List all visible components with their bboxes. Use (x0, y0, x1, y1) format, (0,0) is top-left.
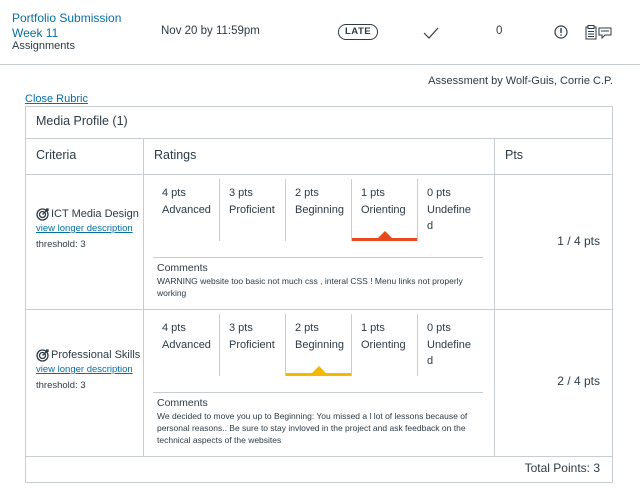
rating-label: Beginning (295, 204, 344, 216)
rating-label: Advanced (162, 339, 211, 351)
comment-text: We decided to move you up to Beginning: … (157, 411, 468, 445)
rating-option[interactable]: 2 pts Beginning (285, 314, 351, 376)
rating-options: 4 pts Advanced 3 pts Proficient 2 pts Be… (153, 314, 483, 376)
rating-points: 3 pts (229, 322, 253, 334)
selected-rating-indicator (311, 366, 326, 373)
rating-label: Undefined (427, 339, 472, 367)
criterion-ict-media-design: ICT Media Design view longer description… (36, 206, 141, 250)
rubric-table: Media Profile (1) Criteria Ratings Pts I… (25, 106, 613, 483)
rating-option[interactable]: 4 pts Advanced (153, 179, 219, 241)
score-value: 0 (496, 25, 503, 37)
rating-points: 0 pts (427, 187, 451, 199)
divider (26, 174, 612, 175)
ratings-header: Ratings (154, 148, 197, 162)
rating-option[interactable]: 1 pts Orienting (351, 314, 417, 376)
threshold-text: threshold: 3 (36, 380, 86, 391)
rating-label: Orienting (361, 204, 406, 216)
total-points: Total Points: 3 (524, 461, 600, 475)
comments-heading: Comments (157, 262, 208, 274)
assignment-group: Assignments (12, 40, 75, 52)
rating-points: 4 pts (162, 322, 186, 334)
threshold-text: threshold: 3 (36, 239, 86, 250)
rating-option[interactable]: 0 pts Undefined (417, 179, 483, 241)
due-date: Nov 20 by 11:59pm (161, 25, 260, 37)
comments-section: Comments We decided to move you up to Be… (153, 392, 483, 446)
close-rubric-link[interactable]: Close Rubric (25, 93, 88, 105)
comments-heading: Comments (157, 397, 208, 409)
rating-points: 1 pts (361, 187, 385, 199)
check-icon (423, 27, 439, 39)
assessment-by-text: Assessment by Wolf-Guis, Corrie C.P. (428, 75, 613, 87)
criteria-header: Criteria (36, 148, 77, 162)
rating-points: 1 pts (361, 322, 385, 334)
late-status-badge: LATE (338, 24, 379, 40)
rating-option[interactable]: 2 pts Beginning (285, 179, 351, 241)
rubric-icon[interactable] (585, 25, 613, 40)
rating-points: 0 pts (427, 322, 451, 334)
rating-option[interactable]: 0 pts Undefined (417, 314, 483, 376)
divider (26, 456, 612, 457)
alert-icon[interactable] (554, 25, 568, 39)
divider (26, 309, 612, 310)
divider (143, 138, 144, 456)
rating-options: 4 pts Advanced 3 pts Proficient 2 pts Be… (153, 179, 483, 241)
comments-section: Comments WARNING website too basic not m… (153, 257, 483, 299)
rubric-title: Media Profile (1) (36, 114, 128, 128)
divider (26, 138, 612, 139)
criterion-points: 1 / 4 pts (557, 234, 600, 248)
assignment-row: Portfolio Submission Week 11 Assignments… (0, 0, 640, 65)
comment-text: WARNING website too basic not much css ,… (157, 276, 463, 298)
rating-option[interactable]: 4 pts Advanced (153, 314, 219, 376)
view-longer-description-link[interactable]: view longer description (36, 223, 141, 234)
rating-option[interactable]: 3 pts Proficient (219, 314, 285, 376)
rating-label: Beginning (295, 339, 344, 351)
rating-label: Advanced (162, 204, 211, 216)
selected-rating-indicator (377, 231, 392, 238)
rating-points: 2 pts (295, 322, 319, 334)
target-icon (36, 349, 49, 362)
pts-header: Pts (505, 148, 524, 162)
target-icon (36, 208, 49, 221)
divider (494, 138, 495, 456)
assignment-title-link[interactable]: Portfolio Submission Week 11 (12, 11, 152, 41)
rating-option[interactable]: 1 pts Orienting (351, 179, 417, 241)
rating-label: Orienting (361, 339, 406, 351)
criterion-name: Professional Skills (51, 349, 141, 361)
view-longer-description-link[interactable]: view longer description (36, 364, 141, 375)
rating-label: Proficient (229, 204, 275, 216)
rating-label: Proficient (229, 339, 275, 351)
selected-rating-bar (352, 238, 417, 241)
rating-option[interactable]: 3 pts Proficient (219, 179, 285, 241)
selected-rating-bar (286, 373, 351, 376)
criterion-points: 2 / 4 pts (557, 374, 600, 388)
rating-points: 2 pts (295, 187, 319, 199)
rating-label: Undefined (427, 204, 472, 232)
criterion-name: ICT Media Design (51, 208, 139, 220)
rating-points: 4 pts (162, 187, 186, 199)
rating-points: 3 pts (229, 187, 253, 199)
criterion-professional-skills: Professional Skills view longer descript… (36, 347, 141, 391)
